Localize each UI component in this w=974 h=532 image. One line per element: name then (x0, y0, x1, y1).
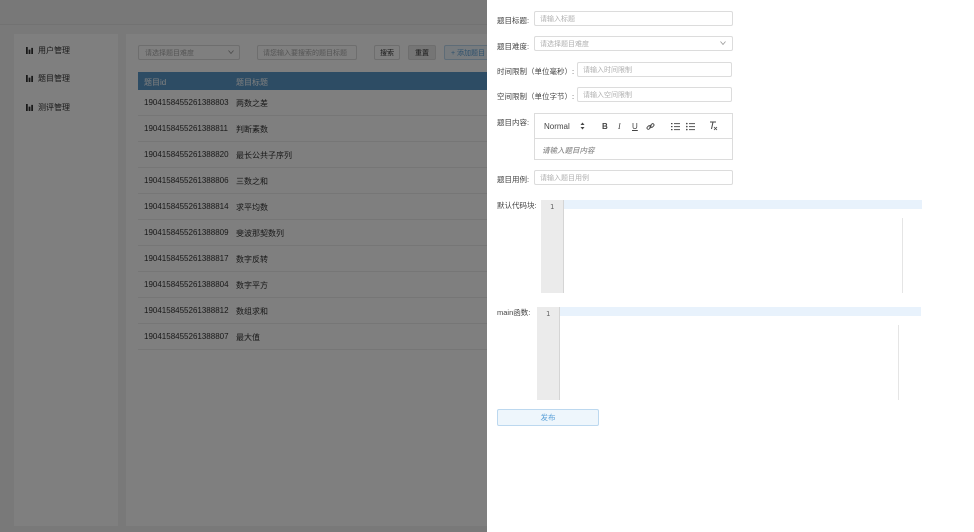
example-placeholder: 请输入题目用例 (540, 174, 589, 182)
line-number-gutter: 1 (541, 200, 564, 293)
active-line (564, 200, 922, 209)
default-code-editor[interactable]: 1 (541, 200, 922, 293)
code-editor-edge (902, 218, 903, 293)
editor-toolbar: Normal B I U (535, 114, 732, 139)
line-number: 1 (550, 203, 555, 211)
bold-button[interactable]: B (602, 120, 608, 132)
content-rich-editor: Normal B I U 请输入题目内容 (534, 113, 733, 160)
difficulty-select[interactable]: 请选择题目难度 (534, 36, 733, 51)
clear-format-icon[interactable] (709, 121, 718, 131)
title-label: 题目标题: (497, 16, 530, 25)
add-problem-drawer: 题目标题: 请输入标题 题目难度: 请选择题目难度 时间限制（单位毫秒）: 请输… (487, 0, 974, 532)
active-line (560, 307, 921, 316)
title-placeholder: 请输入标题 (540, 15, 575, 23)
content-label: 题目内容: (497, 118, 530, 127)
editor-content-area[interactable]: 请输入题目内容 (542, 145, 595, 156)
italic-button[interactable]: I (618, 120, 621, 132)
format-select[interactable]: Normal (544, 120, 585, 132)
format-select-value: Normal (544, 121, 570, 131)
bullet-list-icon[interactable] (686, 122, 695, 131)
example-input[interactable]: 请输入题目用例 (534, 170, 733, 185)
main-function-editor[interactable]: 1 (537, 307, 921, 400)
difficulty-label: 题目难度: (497, 42, 530, 51)
code-editor-edge (898, 325, 899, 400)
chevron-down-icon (720, 41, 726, 46)
default-code-label: 默认代码块: (497, 201, 537, 210)
space-limit-input[interactable]: 请输入空间限制 (577, 87, 732, 102)
space-limit-placeholder: 请输入空间限制 (583, 91, 632, 99)
space-limit-label: 空间限制（单位字节）: (497, 92, 575, 101)
title-input[interactable]: 请输入标题 (534, 11, 733, 26)
publish-button[interactable]: 发布 (497, 409, 599, 426)
time-limit-label: 时间限制（单位毫秒）: (497, 67, 575, 76)
line-number: 1 (546, 310, 551, 318)
line-number-gutter: 1 (537, 307, 560, 400)
time-limit-placeholder: 请输入时间限制 (583, 66, 632, 74)
link-icon[interactable] (646, 122, 655, 131)
updown-arrow-icon (580, 122, 585, 130)
time-limit-input[interactable]: 请输入时间限制 (577, 62, 732, 77)
underline-button[interactable]: U (632, 120, 638, 132)
main-function-label: main函数: (497, 308, 531, 317)
ordered-list-icon[interactable] (671, 122, 680, 131)
example-label: 题目用例: (497, 175, 530, 184)
difficulty-placeholder: 请选择题目难度 (540, 40, 589, 48)
